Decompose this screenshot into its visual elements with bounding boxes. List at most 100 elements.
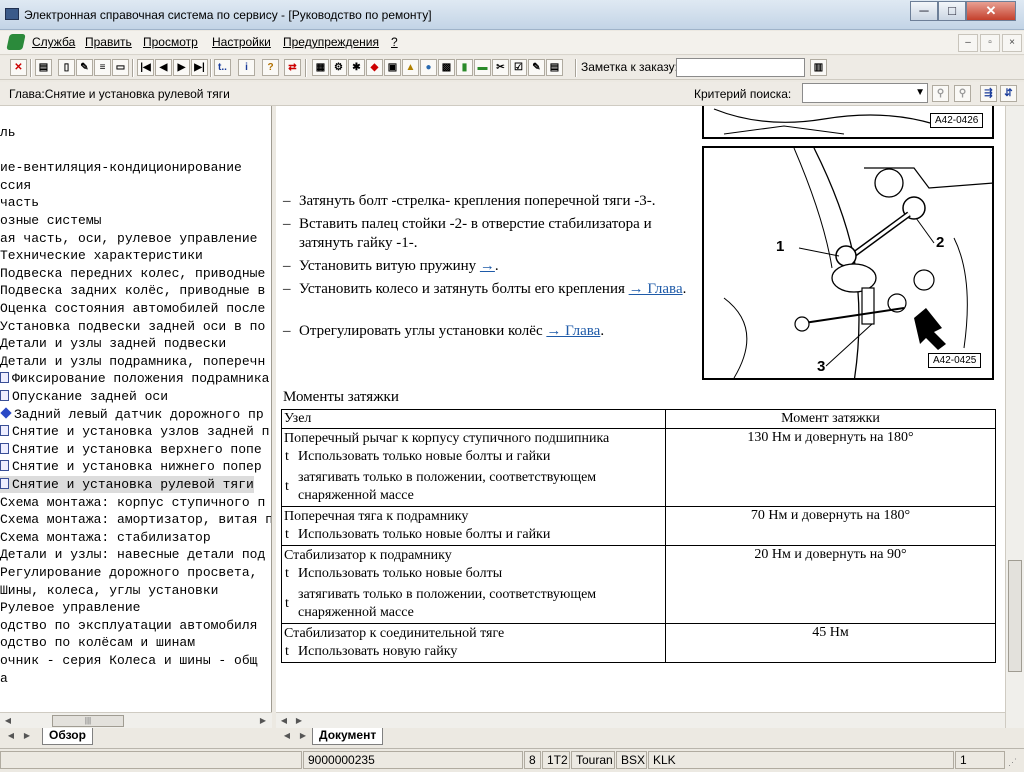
alignment-chapter-link[interactable]: → Глава xyxy=(546,323,600,339)
tab-scroll-left-icon[interactable]: ◀ xyxy=(280,730,294,742)
tree-item[interactable]: Схема монтажа: амортизатор, витая п xyxy=(0,511,271,528)
info-icon[interactable]: i xyxy=(238,59,255,76)
tree-item[interactable]: одство по колёсам и шинам xyxy=(0,634,195,651)
document-horizontal-scrollbar[interactable]: ◀ ▶ xyxy=(276,712,1005,728)
last-page-icon[interactable]: ▶| xyxy=(191,59,208,76)
tree-item[interactable]: Подвеска задних колёс, приводные в xyxy=(0,282,265,299)
close-button[interactable]: ✕ xyxy=(966,1,1016,21)
first-page-icon[interactable]: |◀ xyxy=(137,59,154,76)
attachment-icon[interactable]: ▤ xyxy=(546,59,563,76)
print-icon[interactable]: ▤ xyxy=(35,59,52,76)
tab-overview[interactable]: Обзор xyxy=(42,728,93,745)
tree-horizontal-scrollbar[interactable]: ◀ ||| ▶ xyxy=(0,712,272,728)
expand-tree-icon[interactable]: ⇶ xyxy=(980,85,997,102)
maximize-button[interactable]: □ xyxy=(938,1,966,21)
tree-item[interactable]: Детали и узлы подрамника, поперечн xyxy=(0,353,265,370)
tree-item[interactable]: Задний левый датчик дорожного пр xyxy=(0,406,264,423)
tree-item[interactable]: Детали и узлы задней подвески xyxy=(0,335,226,352)
tree-item[interactable]: очник - серия Колеса и шины - общ xyxy=(0,652,257,669)
tree-scroll-thumb[interactable]: ||| xyxy=(52,715,124,727)
previous-page-icon[interactable]: ◀ xyxy=(155,59,172,76)
tree-item[interactable]: Снятие и установка нижнего попер xyxy=(0,458,262,475)
order-note-input[interactable] xyxy=(676,58,805,77)
tree-item[interactable]: а xyxy=(0,670,8,687)
engine-icon[interactable]: ⚙ xyxy=(330,59,347,76)
swap-icon[interactable]: ⇄ xyxy=(284,59,301,76)
diagnostics-icon[interactable]: ◆ xyxy=(366,59,383,76)
tree-item[interactable]: Рулевое управление xyxy=(0,599,140,616)
document-vertical-scrollbar[interactable] xyxy=(1005,106,1024,728)
notes-icon[interactable]: ✎ xyxy=(528,59,545,76)
chevron-down-icon[interactable]: ▼ xyxy=(915,87,925,98)
menu-service[interactable]: Служба xyxy=(32,35,75,49)
tree-item[interactable]: Установка подвески задней оси в по xyxy=(0,318,265,335)
tree-item[interactable]: озные системы xyxy=(0,212,101,229)
tree-item[interactable]: Фиксирование положения подрамника xyxy=(0,370,269,387)
scroll-right-icon[interactable]: ▶ xyxy=(292,715,306,727)
tree-item[interactable]: Опускание задней оси xyxy=(0,388,168,405)
tools-icon[interactable]: ✂ xyxy=(492,59,509,76)
tree-item[interactable]: Снятие и установка узлов задней п xyxy=(0,423,269,440)
tree-item[interactable]: ссия xyxy=(0,177,31,194)
tree-item[interactable]: Оценка состояния автомобилей после xyxy=(0,300,265,317)
tree-item[interactable]: Технические характеристики xyxy=(0,247,203,264)
tree-item[interactable]: Снятие и установка верхнего попе xyxy=(0,441,262,458)
menu-view[interactable]: Просмотр xyxy=(143,35,198,49)
spring-link[interactable]: → xyxy=(480,258,495,274)
mdi-restore-button[interactable]: ▫ xyxy=(980,34,1000,52)
minimize-button[interactable]: ─ xyxy=(910,1,938,21)
tab-scroll-left-icon[interactable]: ◀ xyxy=(4,730,18,742)
menu-warnings[interactable]: Предупреждения xyxy=(283,35,379,49)
resize-grip-icon[interactable]: ⋰ xyxy=(1008,757,1017,768)
warning-icon[interactable]: ▲ xyxy=(402,59,419,76)
document-scroll-thumb[interactable] xyxy=(1008,560,1022,672)
collapse-tree-icon[interactable]: ⇵ xyxy=(1000,85,1017,102)
gearbox-icon[interactable]: ✱ xyxy=(348,59,365,76)
tree-item[interactable]: Схема монтажа: стабилизатор xyxy=(0,529,211,546)
tree-item-label: Фиксирование положения подрамника xyxy=(12,371,270,387)
tree-item[interactable]: одство по эксплуатации автомобиля xyxy=(0,617,257,634)
tree-item[interactable]: Детали и узлы: навесные детали под xyxy=(0,546,265,563)
car-icon[interactable]: ▬ xyxy=(474,59,491,76)
tree-item[interactable]: Регулирование дорожного просвета, xyxy=(0,564,257,581)
search-criteria-select[interactable]: ▼ xyxy=(802,83,928,103)
search-icon[interactable]: ⚲ xyxy=(932,85,949,102)
tree-item[interactable]: Снятие и установка рулевой тяги xyxy=(0,476,254,493)
wiring-icon[interactable]: ▣ xyxy=(384,59,401,76)
go-to-chapter-button[interactable]: t.. xyxy=(214,59,231,76)
scroll-right-icon[interactable]: ▶ xyxy=(256,715,270,727)
book-icon[interactable]: ▦ xyxy=(312,59,329,76)
checklist-icon[interactable]: ☑ xyxy=(510,59,527,76)
tab-scroll-right-icon[interactable]: ▶ xyxy=(296,730,310,742)
next-page-icon[interactable]: ▶ xyxy=(173,59,190,76)
edit-document-icon[interactable]: ✎ xyxy=(76,59,93,76)
tab-scroll-right-icon[interactable]: ▶ xyxy=(20,730,34,742)
mdi-minimize-button[interactable]: – xyxy=(958,34,978,52)
scroll-left-icon[interactable]: ◀ xyxy=(1,715,15,727)
help-icon[interactable]: ? xyxy=(262,59,279,76)
tree-item[interactable]: Шины, колеса, углы установки xyxy=(0,582,218,599)
tree-item[interactable]: Схема монтажа: корпус ступичного п xyxy=(0,494,265,511)
vehicle-icon[interactable]: ▭ xyxy=(112,59,129,76)
tree-item[interactable]: ая часть, оси, рулевое управление xyxy=(0,230,257,247)
tree-item-label: Установка подвески задней оси в по xyxy=(0,318,266,334)
globe-icon[interactable]: ● xyxy=(420,59,437,76)
document-list-icon[interactable]: ≡ xyxy=(94,59,111,76)
mdi-close-button[interactable]: × xyxy=(1002,34,1022,52)
body-icon[interactable]: ▩ xyxy=(438,59,455,76)
tab-document[interactable]: Документ xyxy=(312,728,384,745)
tree-item[interactable]: Подвеска передних колес, приводные xyxy=(0,265,265,282)
tree-item[interactable]: ль xyxy=(0,124,16,141)
scroll-left-icon[interactable]: ◀ xyxy=(277,715,291,727)
order-notes-icon[interactable]: ▥ xyxy=(810,59,827,76)
tree-item[interactable]: часть xyxy=(0,194,39,211)
menu-edit[interactable]: Править xyxy=(85,35,132,49)
menu-help[interactable]: ? xyxy=(391,35,398,49)
new-document-icon[interactable]: ▯ xyxy=(58,59,75,76)
menu-settings[interactable]: Настройки xyxy=(212,35,271,49)
exit-icon[interactable]: ✕ xyxy=(10,59,27,76)
tree-item[interactable]: ие-вентиляция-кондиционирование xyxy=(0,159,242,176)
search-next-icon[interactable]: ⚲ xyxy=(954,85,971,102)
wheel-chapter-link[interactable]: → Глава xyxy=(629,281,683,297)
bookmark-icon[interactable]: ▮ xyxy=(456,59,473,76)
